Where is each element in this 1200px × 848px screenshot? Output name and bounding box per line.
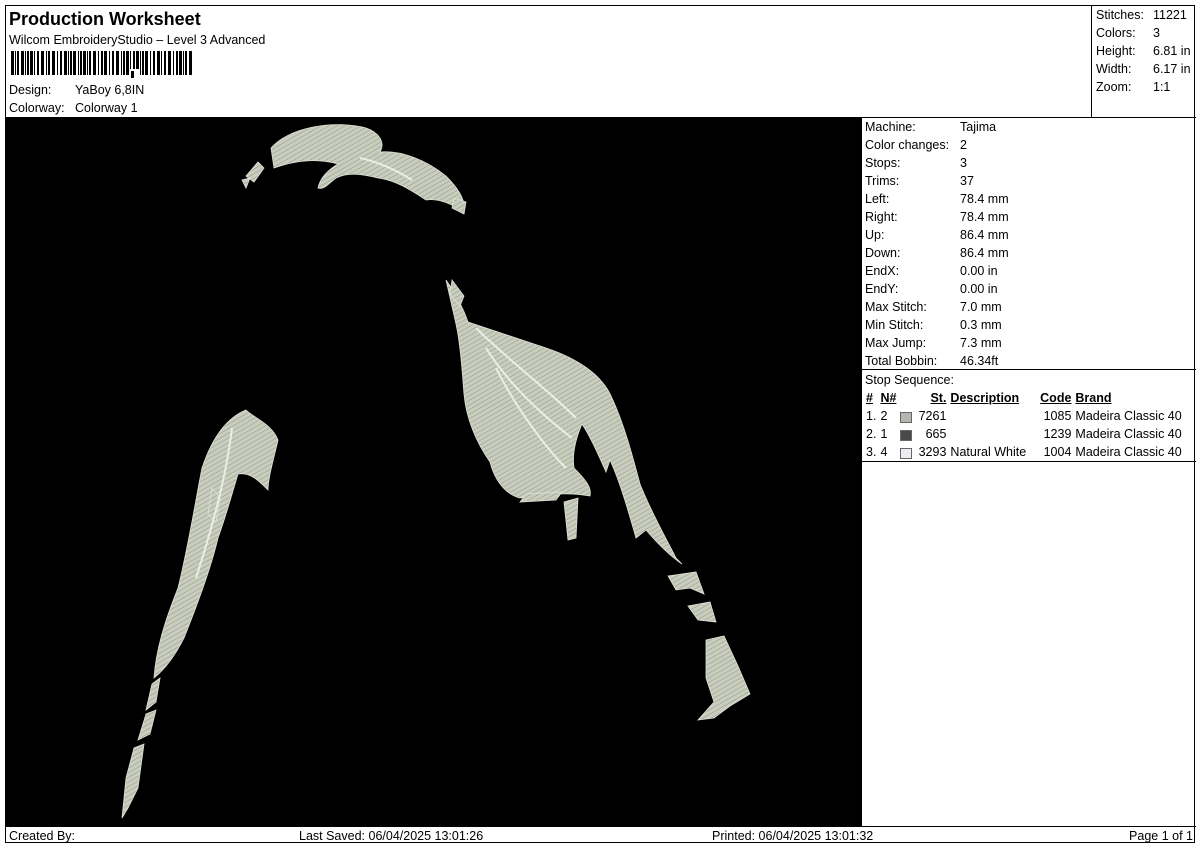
stop-sequence-label: Stop Sequence: <box>865 373 954 387</box>
info-max-stitch: Max Stitch: 7.0 mm <box>865 300 1002 314</box>
table-row: 3. 4 3293 Natural White 1004 Madeira Classic … <box>864 443 1184 461</box>
cap-shape <box>270 124 465 213</box>
created-by: Created By: <box>9 829 76 843</box>
thread-color-swatch <box>900 412 913 423</box>
table-row: 1. 2 7261 1085 Madeira Classic 40 <box>864 407 1184 425</box>
right-arm-fragment <box>687 601 717 623</box>
stop-description: Natural White <box>950 445 1027 459</box>
table-row: 2. 1 665 1239 Madeira Classic 40 <box>864 425 1184 443</box>
stop-brand: Madeira Classic 40 <box>1075 445 1182 459</box>
design-name-row: Design: YaBoy 6,8IN <box>9 82 144 98</box>
left-arm-fragment <box>137 709 157 741</box>
worksheet-footer: Created By: Last Saved: 06/04/2025 13:01… <box>6 826 1196 844</box>
info-total-bobbin: Total Bobbin: 46.34ft <box>865 354 999 368</box>
cap-fragment <box>451 197 467 215</box>
col-stitches: St. <box>930 391 947 405</box>
stop-needle: 2 <box>880 409 888 423</box>
col-needle: N# <box>880 391 897 405</box>
page-title: Production Worksheet <box>9 9 201 29</box>
info-stops: Stops: 3 <box>865 156 967 170</box>
worksheet-header: Production Worksheet Wilcom EmbroiderySt… <box>6 6 1196 118</box>
production-worksheet: Production Worksheet Wilcom EmbroiderySt… <box>5 5 1196 844</box>
design-summary: Stitches: 11221 Colors: 3 Height: 6.81 in W… <box>1091 6 1196 118</box>
info-machine: Machine: Tajima <box>865 120 997 134</box>
info-right: Right: 78.4 mm <box>865 210 1009 224</box>
stop-brand: Madeira Classic 40 <box>1075 427 1182 441</box>
stop-description <box>948 407 1028 425</box>
chest-fragment <box>563 497 579 541</box>
info-down: Down: 86.4 mm <box>865 246 1009 260</box>
col-code: Code <box>1040 391 1072 405</box>
stop-code: 1239 <box>1043 427 1072 441</box>
printed-date: Printed: 06/04/2025 13:01:32 <box>712 829 874 843</box>
left-arm <box>153 409 279 679</box>
thread-color-swatch <box>900 448 913 459</box>
worksheet-details: Machine: Tajima Color changes: 2 Stops: 3 T… <box>861 118 1196 826</box>
info-color-changes: Color changes: 2 <box>865 138 967 152</box>
cap-fragment <box>241 177 251 189</box>
stop-code: 1004 <box>1043 445 1072 459</box>
col-description: Description <box>950 391 1020 405</box>
design-value: YaBoy 6,8IN <box>75 83 145 97</box>
info-up: Up: 86.4 mm <box>865 228 1009 242</box>
col-brand: Brand <box>1075 391 1112 405</box>
last-saved: Last Saved: 06/04/2025 13:01:26 <box>299 829 484 843</box>
stop-sequence: Stop Sequence: # N# St. Description Code… <box>862 370 1196 462</box>
summary-stitches: Stitches: 11221 <box>1096 8 1187 22</box>
left-arm-fragment <box>145 677 161 712</box>
colorway-row: Colorway: Colorway 1 <box>9 100 138 116</box>
colorway-label: Colorway: <box>9 101 65 115</box>
page-number: Page 1 of 1 <box>1129 829 1193 843</box>
col-num: # <box>866 391 873 405</box>
thread-color-swatch <box>900 430 913 441</box>
stop-stitches: 3293 <box>898 443 948 461</box>
stop-sequence-table: # N# St. Description Code Brand 1. 2 7261 1… <box>864 389 1184 461</box>
info-left: Left: 78.4 mm <box>865 192 1009 206</box>
stop-description <box>948 425 1028 443</box>
table-header: # N# St. Description Code Brand <box>864 389 1184 407</box>
stop-num: 2. <box>866 427 877 441</box>
left-arm-fragment <box>121 743 145 819</box>
summary-colors: Colors: 3 <box>1096 26 1160 40</box>
right-shoulder <box>445 279 683 565</box>
barcode-icon <box>11 51 192 78</box>
info-max-jump: Max Jump: 7.3 mm <box>865 336 1002 350</box>
machine-info: Machine: Tajima Color changes: 2 Stops: 3 T… <box>862 118 1196 370</box>
colorway-value: Colorway 1 <box>75 101 138 115</box>
embroidery-artwork <box>121 124 751 819</box>
summary-height: Height: 6.81 in <box>1096 44 1191 58</box>
design-label: Design: <box>9 83 52 97</box>
info-trims: Trims: 37 <box>865 174 974 188</box>
stop-stitches: 665 <box>898 425 948 443</box>
right-arm-fragment <box>667 571 705 595</box>
stop-brand: Madeira Classic 40 <box>1075 409 1182 423</box>
stop-code: 1085 <box>1043 409 1072 423</box>
info-endx: EndX: 0.00 in <box>865 264 998 278</box>
stop-num: 1. <box>866 409 877 423</box>
summary-width: Width: 6.17 in <box>1096 62 1191 76</box>
design-preview <box>6 118 861 826</box>
info-endy: EndY: 0.00 in <box>865 282 998 296</box>
software-name: Wilcom EmbroideryStudio – Level 3 Advanc… <box>9 33 266 47</box>
stop-needle: 1 <box>880 427 888 441</box>
summary-zoom: Zoom: 1:1 <box>1096 80 1171 94</box>
stop-needle: 4 <box>880 445 888 459</box>
stop-num: 3. <box>866 445 877 459</box>
info-min-stitch: Min Stitch: 0.3 mm <box>865 318 1002 332</box>
stop-stitches: 7261 <box>898 407 948 425</box>
right-arm-fragment <box>696 635 751 721</box>
